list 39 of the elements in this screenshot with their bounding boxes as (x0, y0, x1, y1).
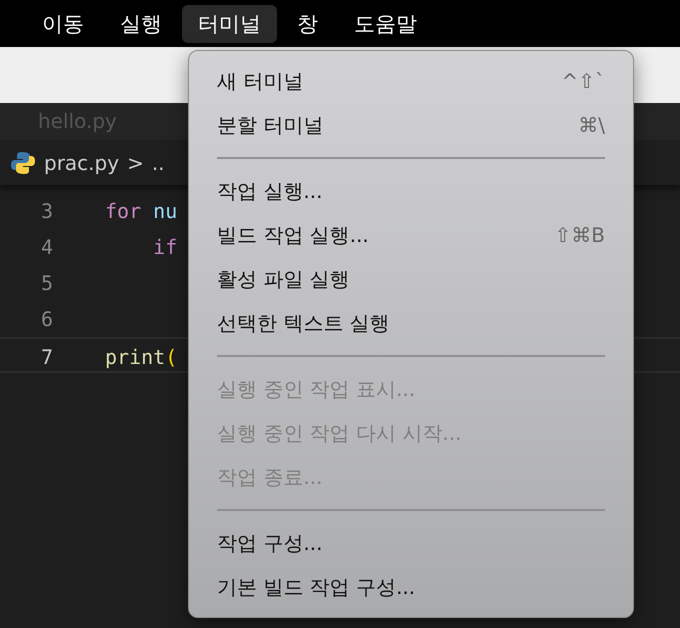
line-number: 3 (40, 198, 54, 225)
menu-bar-item[interactable]: 실행 (104, 4, 178, 42)
line-number: 5 (40, 270, 54, 297)
menu-item[interactable]: 기본 빌드 작업 구성... (217, 565, 605, 609)
python-icon (10, 150, 36, 176)
menu-item[interactable]: 작업 실행... (217, 169, 605, 213)
code-line: for nu (104, 198, 178, 225)
menu-item[interactable]: 분할 터미널 ⌘\ (217, 103, 605, 147)
menu-item-label: 작업 실행... (217, 178, 322, 205)
menu-item[interactable]: 새 터미널 ^⇧` (217, 59, 605, 103)
breadcrumb-item[interactable]: prac.py (44, 148, 120, 178)
menu-item[interactable]: 빌드 작업 실행... ⇧⌘B (217, 213, 605, 257)
code-line: if (152, 234, 178, 261)
shortcut-text: ^⇧` (561, 68, 605, 95)
menu-item-label: 빌드 작업 실행... (217, 222, 369, 249)
menu-bar-item[interactable]: 터미널 (182, 4, 277, 42)
line-number: 7 (40, 344, 54, 371)
menu-item-label: 기본 빌드 작업 구성... (217, 574, 416, 601)
menu-bar-item[interactable]: 창 (281, 4, 334, 42)
menu-item-label: 작업 종료... (217, 464, 322, 491)
breadcrumb-item[interactable]: .. (152, 148, 165, 178)
menu-item-label: 선택한 텍스트 실행 (217, 310, 390, 337)
menu-item-label: 활성 파일 실행 (217, 266, 350, 293)
line-number: 4 (40, 234, 54, 261)
shortcut-text: ⇧⌘B (554, 222, 605, 249)
menu-item[interactable]: 선택한 텍스트 실행 (217, 301, 605, 345)
shortcut-text: ⌘\ (578, 112, 605, 139)
menu-item[interactable]: 작업 구성... (217, 521, 605, 565)
menu-item-label: 작업 구성... (217, 530, 322, 557)
menu-bar-item[interactable]: 이동 (26, 4, 100, 42)
breadcrumb-separator: > (127, 150, 144, 176)
menu-item-label: 새 터미널 (217, 68, 304, 95)
menu-bar-item[interactable]: 도움말 (338, 4, 433, 42)
menu-item[interactable]: 활성 파일 실행 (217, 257, 605, 301)
line-number: 6 (40, 306, 54, 333)
menu-item-label: 실행 중인 작업 다시 시작... (217, 420, 462, 447)
menu-item-label: 실행 중인 작업 표시... (217, 376, 416, 403)
menu-item-label: 분할 터미널 (217, 112, 324, 139)
code-line: print( (104, 344, 178, 371)
